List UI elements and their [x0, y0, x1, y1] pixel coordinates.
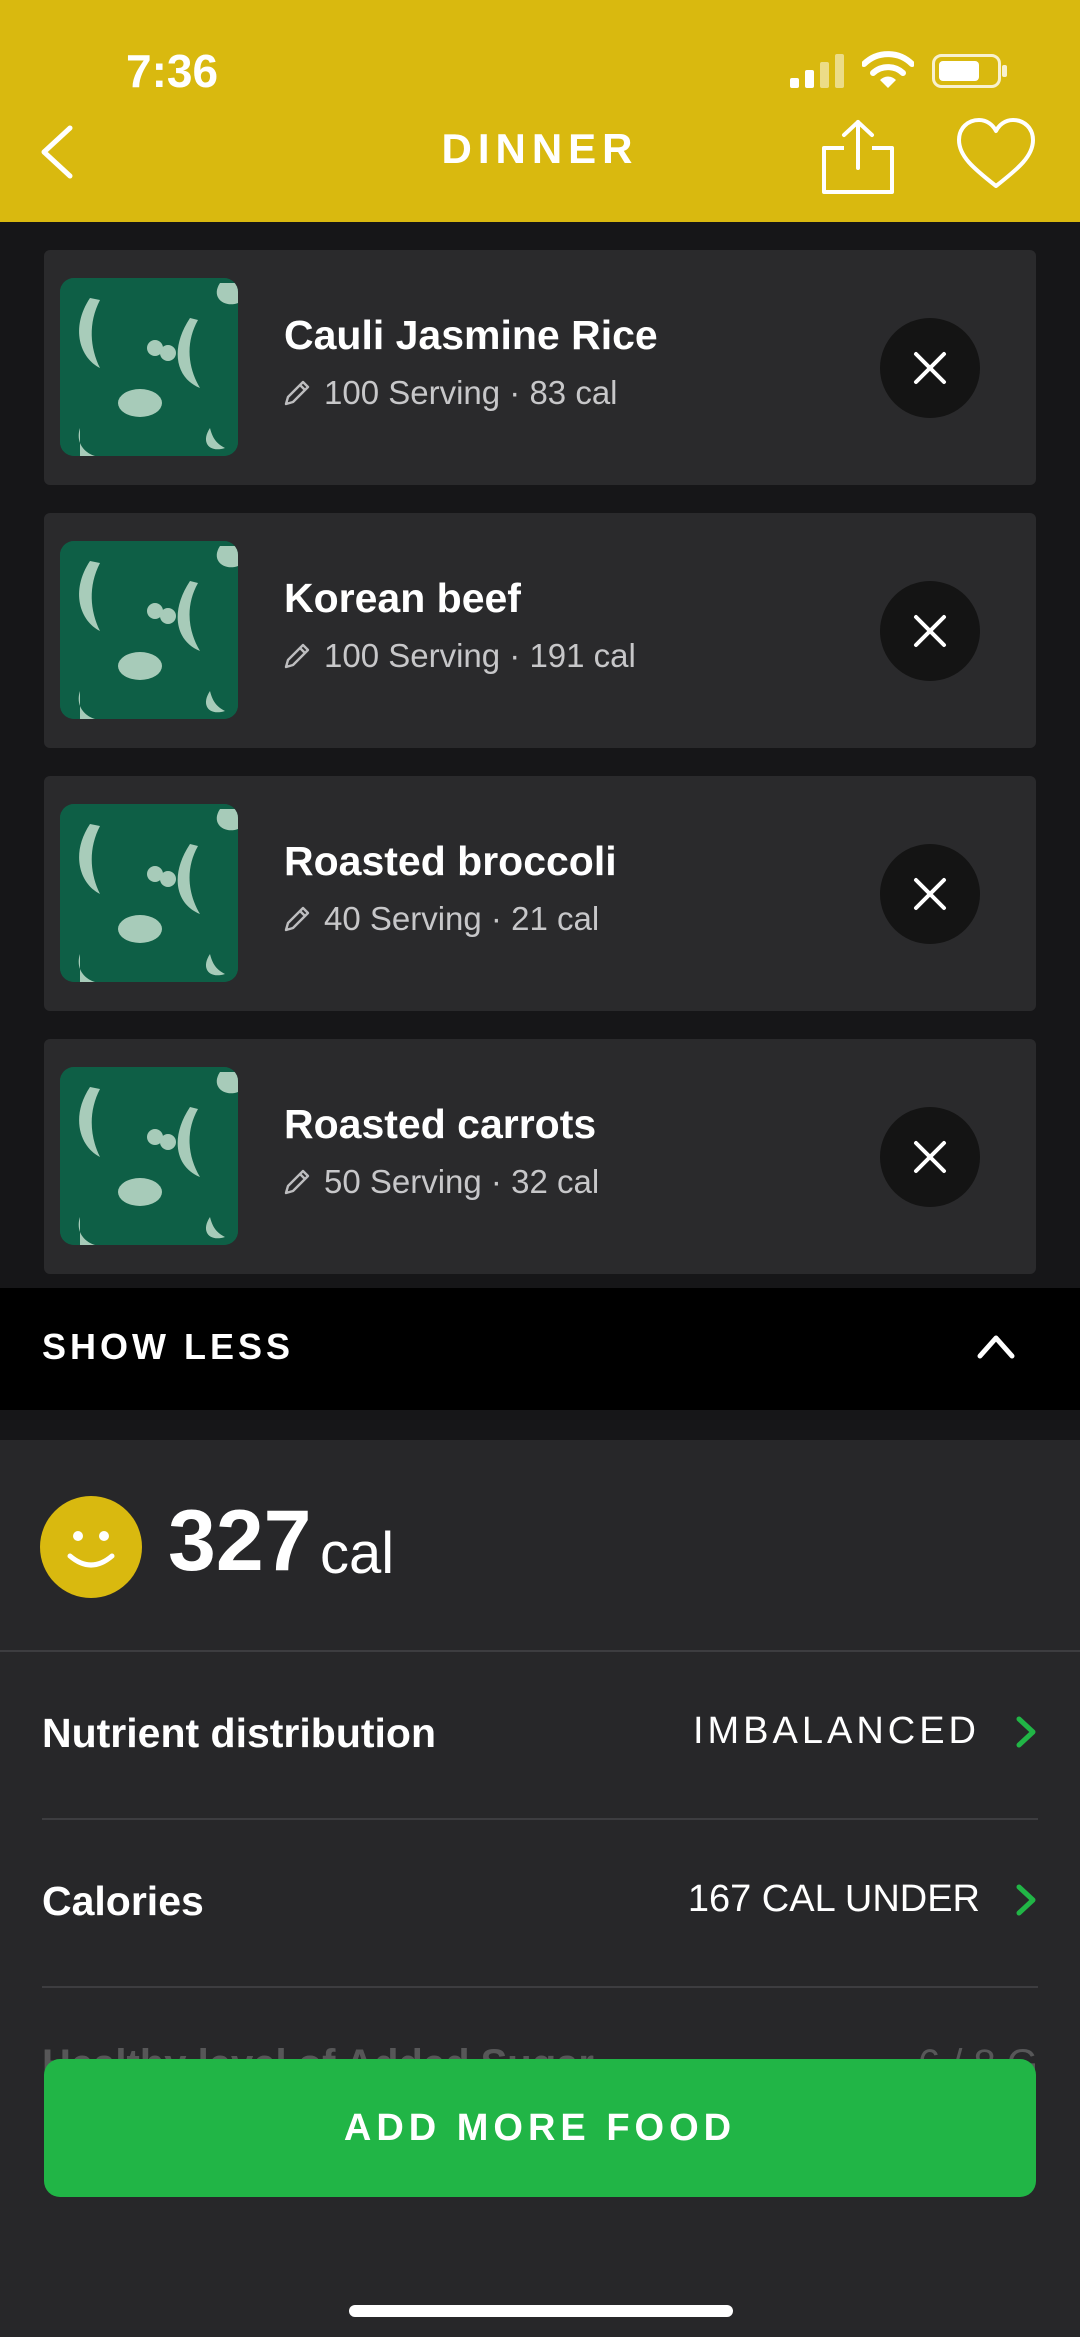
food-serving-text: 50 Serving · 32 cal	[324, 1163, 600, 1200]
meal-summary: 327 cal Nutrient distribution IMBALANCED…	[0, 1440, 1080, 2337]
close-icon	[914, 1141, 946, 1173]
edit-pencil-icon	[284, 643, 310, 669]
remove-food-button[interactable]	[880, 844, 980, 944]
page-title: DINNER	[441, 125, 639, 172]
food-item[interactable]: Roasted carrots 50 Serving · 32 cal	[44, 1039, 1036, 1274]
food-thumbnail	[60, 541, 238, 719]
close-icon	[914, 878, 946, 910]
calorie-unit: cal	[320, 1521, 395, 1586]
show-less-label: SHOW LESS	[42, 1326, 295, 1367]
chevron-up-icon	[977, 1335, 1015, 1359]
home-indicator	[349, 2305, 733, 2317]
metric-label: Calories	[42, 1878, 204, 1924]
chevron-right-icon	[1016, 1716, 1036, 1748]
calorie-total: 327	[168, 1493, 312, 1589]
food-serving[interactable]: 40 Serving · 21 cal	[282, 900, 599, 938]
food-name: Cauli Jasmine Rice	[284, 312, 658, 358]
food-thumbnail	[60, 278, 238, 456]
food-serving[interactable]: 100 Serving · 191 cal	[282, 637, 636, 675]
metric-label: Nutrient distribution	[42, 1710, 437, 1756]
food-serving[interactable]: 50 Serving · 32 cal	[282, 1163, 599, 1201]
food-serving-text: 100 Serving · 191 cal	[324, 637, 636, 674]
food-serving-text: 40 Serving · 21 cal	[324, 900, 600, 937]
close-icon	[914, 352, 946, 384]
food-name: Roasted carrots	[284, 1101, 597, 1147]
food-name: Roasted broccoli	[284, 838, 617, 884]
smiley-icon	[40, 1496, 142, 1598]
food-thumbnail	[60, 804, 238, 982]
remove-food-button[interactable]	[880, 1107, 980, 1207]
edit-pencil-icon	[284, 906, 310, 932]
wifi-icon	[862, 51, 914, 88]
share-icon[interactable]	[820, 118, 896, 194]
food-item[interactable]: Cauli Jasmine Rice 100 Serving · 83 cal	[44, 250, 1036, 485]
remove-food-button[interactable]	[880, 318, 980, 418]
calorie-total-row: 327 cal	[0, 1440, 1080, 1652]
edit-pencil-icon	[284, 380, 310, 406]
show-less-toggle[interactable]: SHOW LESS	[0, 1288, 1080, 1410]
edit-pencil-icon	[284, 1169, 310, 1195]
food-name: Korean beef	[284, 575, 521, 621]
metric-value: 167 CAL UNDER	[687, 1878, 980, 1920]
favorite-heart-icon[interactable]	[955, 116, 1037, 192]
chevron-right-icon	[1016, 1884, 1036, 1916]
food-serving[interactable]: 100 Serving · 83 cal	[282, 374, 618, 412]
add-more-food-label: ADD MORE FOOD	[343, 2107, 737, 2149]
food-thumbnail	[60, 1067, 238, 1245]
battery-icon	[932, 54, 1007, 88]
cellular-signal-icon	[790, 54, 844, 88]
close-icon	[914, 615, 946, 647]
nutrient-distribution-row[interactable]: Nutrient distribution IMBALANCED	[42, 1652, 1038, 1820]
metric-value: IMBALANCED	[692, 1710, 980, 1752]
top-header: 7:36 DINNER	[0, 0, 1080, 222]
calories-row[interactable]: Calories 167 CAL UNDER	[42, 1820, 1038, 1988]
food-item[interactable]: Roasted broccoli 40 Serving · 21 cal	[44, 776, 1036, 1011]
food-item[interactable]: Korean beef 100 Serving · 191 cal	[44, 513, 1036, 748]
add-more-food-button[interactable]: ADD MORE FOOD	[44, 2059, 1036, 2197]
food-serving-text: 100 Serving · 83 cal	[324, 374, 618, 411]
status-time: 7:36	[126, 45, 219, 97]
remove-food-button[interactable]	[880, 581, 980, 681]
food-list: Cauli Jasmine Rice 100 Serving · 83 cal	[44, 250, 1036, 1302]
